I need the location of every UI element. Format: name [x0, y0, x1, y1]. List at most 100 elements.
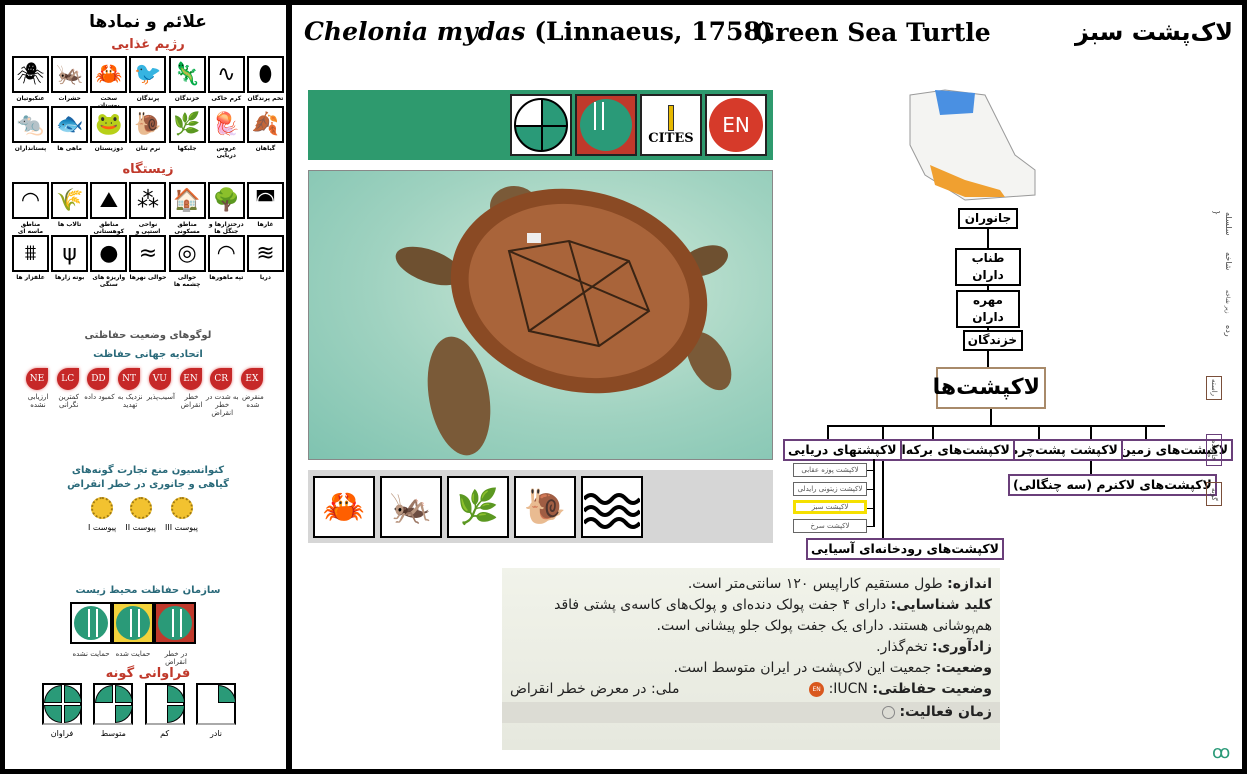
iucn-label: کمبود داده [84, 393, 115, 401]
persian-name: لاک‌پشت سبز [1075, 18, 1233, 46]
genus-hawksbill: لاکپشت پوزه عقابی [793, 463, 867, 477]
distribution-map [905, 85, 1040, 205]
legend-item-label: پرندگان [136, 95, 160, 102]
iucn-label: کمترین نگرانی [58, 393, 80, 409]
size-text: طول مستقیم کاراپیس ۱۲۰ سانتی‌متر است. [687, 576, 943, 592]
legend-item-label: تخم پرندگان [247, 95, 284, 102]
abundance-quarter-circle-icon [93, 683, 134, 725]
doe-status: حمایت نشده [70, 602, 112, 666]
grasshopper-icon: 🦗 [380, 476, 442, 538]
desc-size: اندازه: طول مستقیم کاراپیس ۱۲۰ سانتی‌متر… [510, 574, 992, 595]
legend-item-label: حشرات [58, 95, 81, 102]
legend-item-label: کرم خاکی [211, 95, 242, 102]
legend-item: 🐀 پستانداران [12, 106, 49, 159]
rank-class: رده [1224, 325, 1233, 337]
iucn-code: EN [179, 368, 202, 390]
legend-item: ⩩ علفزار ها [12, 235, 49, 288]
iucn-badges: EX منقرض شده CR به شدت در خطر انقراض EN خطر ا… [26, 368, 264, 417]
diet-row-2: 🍂 گیاهان 🪼 عروس دریایی 🌿 جلبکها 🐌 نرم تنان 🐸 دوزی… [12, 106, 284, 159]
iucn-code: NT [118, 368, 141, 390]
abundance-quarter-circle-icon [42, 683, 82, 725]
desc-conservation: وضعیت حفاظتی: IUCN: EN ملی: در معرض خطر … [510, 679, 992, 700]
cites-label: پیوست II [125, 523, 156, 532]
steppe-icon: ⁂ [129, 182, 167, 219]
iucn-label: ارزیابی نشده [27, 393, 49, 409]
abundance-icons: نادر کم متوسط فراوان [42, 683, 236, 738]
doe-title: سازمان حفاظت محیط زیست [75, 585, 221, 596]
doe-logo-icon [70, 602, 112, 644]
abundance-title: فراوانی گونه [105, 666, 191, 681]
cons-iucn: IUCN: [828, 681, 868, 697]
iucn-badge-nt: NT نزدیک به تهدید [118, 368, 143, 417]
rank-species: گونه [1206, 482, 1222, 506]
iucn-badge-cr: CR به شدت در خطر انقراض [206, 368, 239, 417]
mountain-icon: ⛰ [90, 182, 128, 219]
iucn-label: نزدیک به تهدید [117, 393, 143, 409]
leaf-icon: 🍂 [246, 106, 284, 143]
legend-item: ∿ کرم خاکی [207, 56, 245, 109]
desc-status: وضعیت: جمعیت این لاک‌پشت در ایران متوسط … [510, 658, 992, 679]
family-softshell: لاکپشت‌های لاکنرم (سه چنگالی) [1008, 474, 1217, 496]
rank-family: خانواده [1206, 434, 1222, 466]
sea-waves-icon [581, 476, 643, 538]
legend-item-label: علفزار ها [16, 274, 45, 281]
iucn-en-mini-badge: EN [809, 681, 825, 697]
abundance-2: کم [144, 683, 185, 738]
grass-icon: ⩩ [12, 235, 49, 272]
iucn-label: منقرض شده [242, 393, 264, 409]
algae-icon: 🌿 [168, 106, 206, 143]
abundance-label: فراوان [50, 729, 74, 738]
iucn-en-badge: EN [705, 94, 767, 156]
family-pond-turtles: لاکپشت‌های برکه‌ای [885, 439, 1015, 461]
iucn-badge-vu: VU آسیب‌پذیر [147, 368, 175, 417]
abundance-4: فراوان [42, 683, 82, 738]
species-diet-bar: 🦀 🦗 🌿 🐌 [308, 470, 773, 543]
legend-item-label: درختزارها و جنگل ها [208, 221, 244, 235]
genus-green-highlighted: لاکپشت سبز [793, 500, 867, 514]
cons-national: ملی: در معرض خطر انقراض [510, 681, 680, 697]
legend-item-label: خزندگان [174, 95, 200, 102]
house-icon: 🏠 [168, 182, 206, 219]
publisher-logo-icon: ꝏ [1212, 742, 1231, 763]
crab-icon: 🦀 [90, 56, 128, 93]
shrub-icon: ψ [51, 235, 89, 272]
legend-item-label: حوالی نهرها [129, 274, 167, 281]
rank-order: راسته [1206, 376, 1222, 400]
sea-waves-icon: ≋ [246, 235, 284, 272]
iucn-code: VU [148, 368, 171, 390]
iucn-badge-dd: DD کمبود داده [84, 368, 115, 417]
snail-icon: 🐌 [129, 106, 167, 143]
iucn-code: DD [87, 368, 110, 390]
legend-item-label: عروس دریایی [216, 145, 237, 159]
doe-endangered-icon [575, 94, 637, 156]
english-name: Green Sea Turtle [754, 18, 991, 47]
legend-item-label: واریزه های سنگی [92, 274, 126, 288]
frog-icon: 🐸 [90, 106, 128, 143]
reeds-icon: 🌾 [51, 182, 89, 219]
cites-logo-text: CITES [648, 130, 694, 146]
legend-item: 🌿 جلبکها [168, 106, 206, 159]
abundance-label: نادر [209, 729, 223, 738]
legend-item: 🍂 گیاهان [246, 106, 284, 159]
taxon-subphylum: مهره داران [956, 290, 1020, 328]
crab-icon: 🦀 [313, 476, 375, 538]
legend-item: 🐸 دوزیستان [90, 106, 128, 159]
legend-item-label: مناطق ماسه ای [17, 221, 44, 235]
scientific-name: Chelonia mydas (Linnaeus, 1758) [304, 17, 773, 46]
fish-icon: 🐟 [51, 106, 89, 143]
abundance-label: کم [160, 729, 170, 738]
status-bar: CITES EN [308, 90, 773, 160]
legend-item-label: تالاب ها [57, 221, 82, 228]
repro-label: زادآوری: [931, 639, 992, 655]
legend-item: 🦀سخت پوستان [90, 56, 128, 109]
legend-item-label: نرم تنان [135, 145, 161, 152]
cites-coin-icon [129, 497, 152, 519]
stream-icon: ≈ [129, 235, 167, 272]
abundance-3: متوسط [93, 683, 134, 738]
desc-key: کلید شناسایی: دارای ۴ جفت پولک دنده‌ای و… [510, 595, 992, 637]
legend-item-label: مناطق مسکونی [174, 221, 200, 235]
abundance-quarter-circle-icon [195, 683, 236, 725]
genus-loggerhead: لاکپشت سرخ [793, 519, 867, 533]
abundance-label: متوسط [100, 729, 126, 738]
abundance-1: نادر [195, 683, 236, 738]
